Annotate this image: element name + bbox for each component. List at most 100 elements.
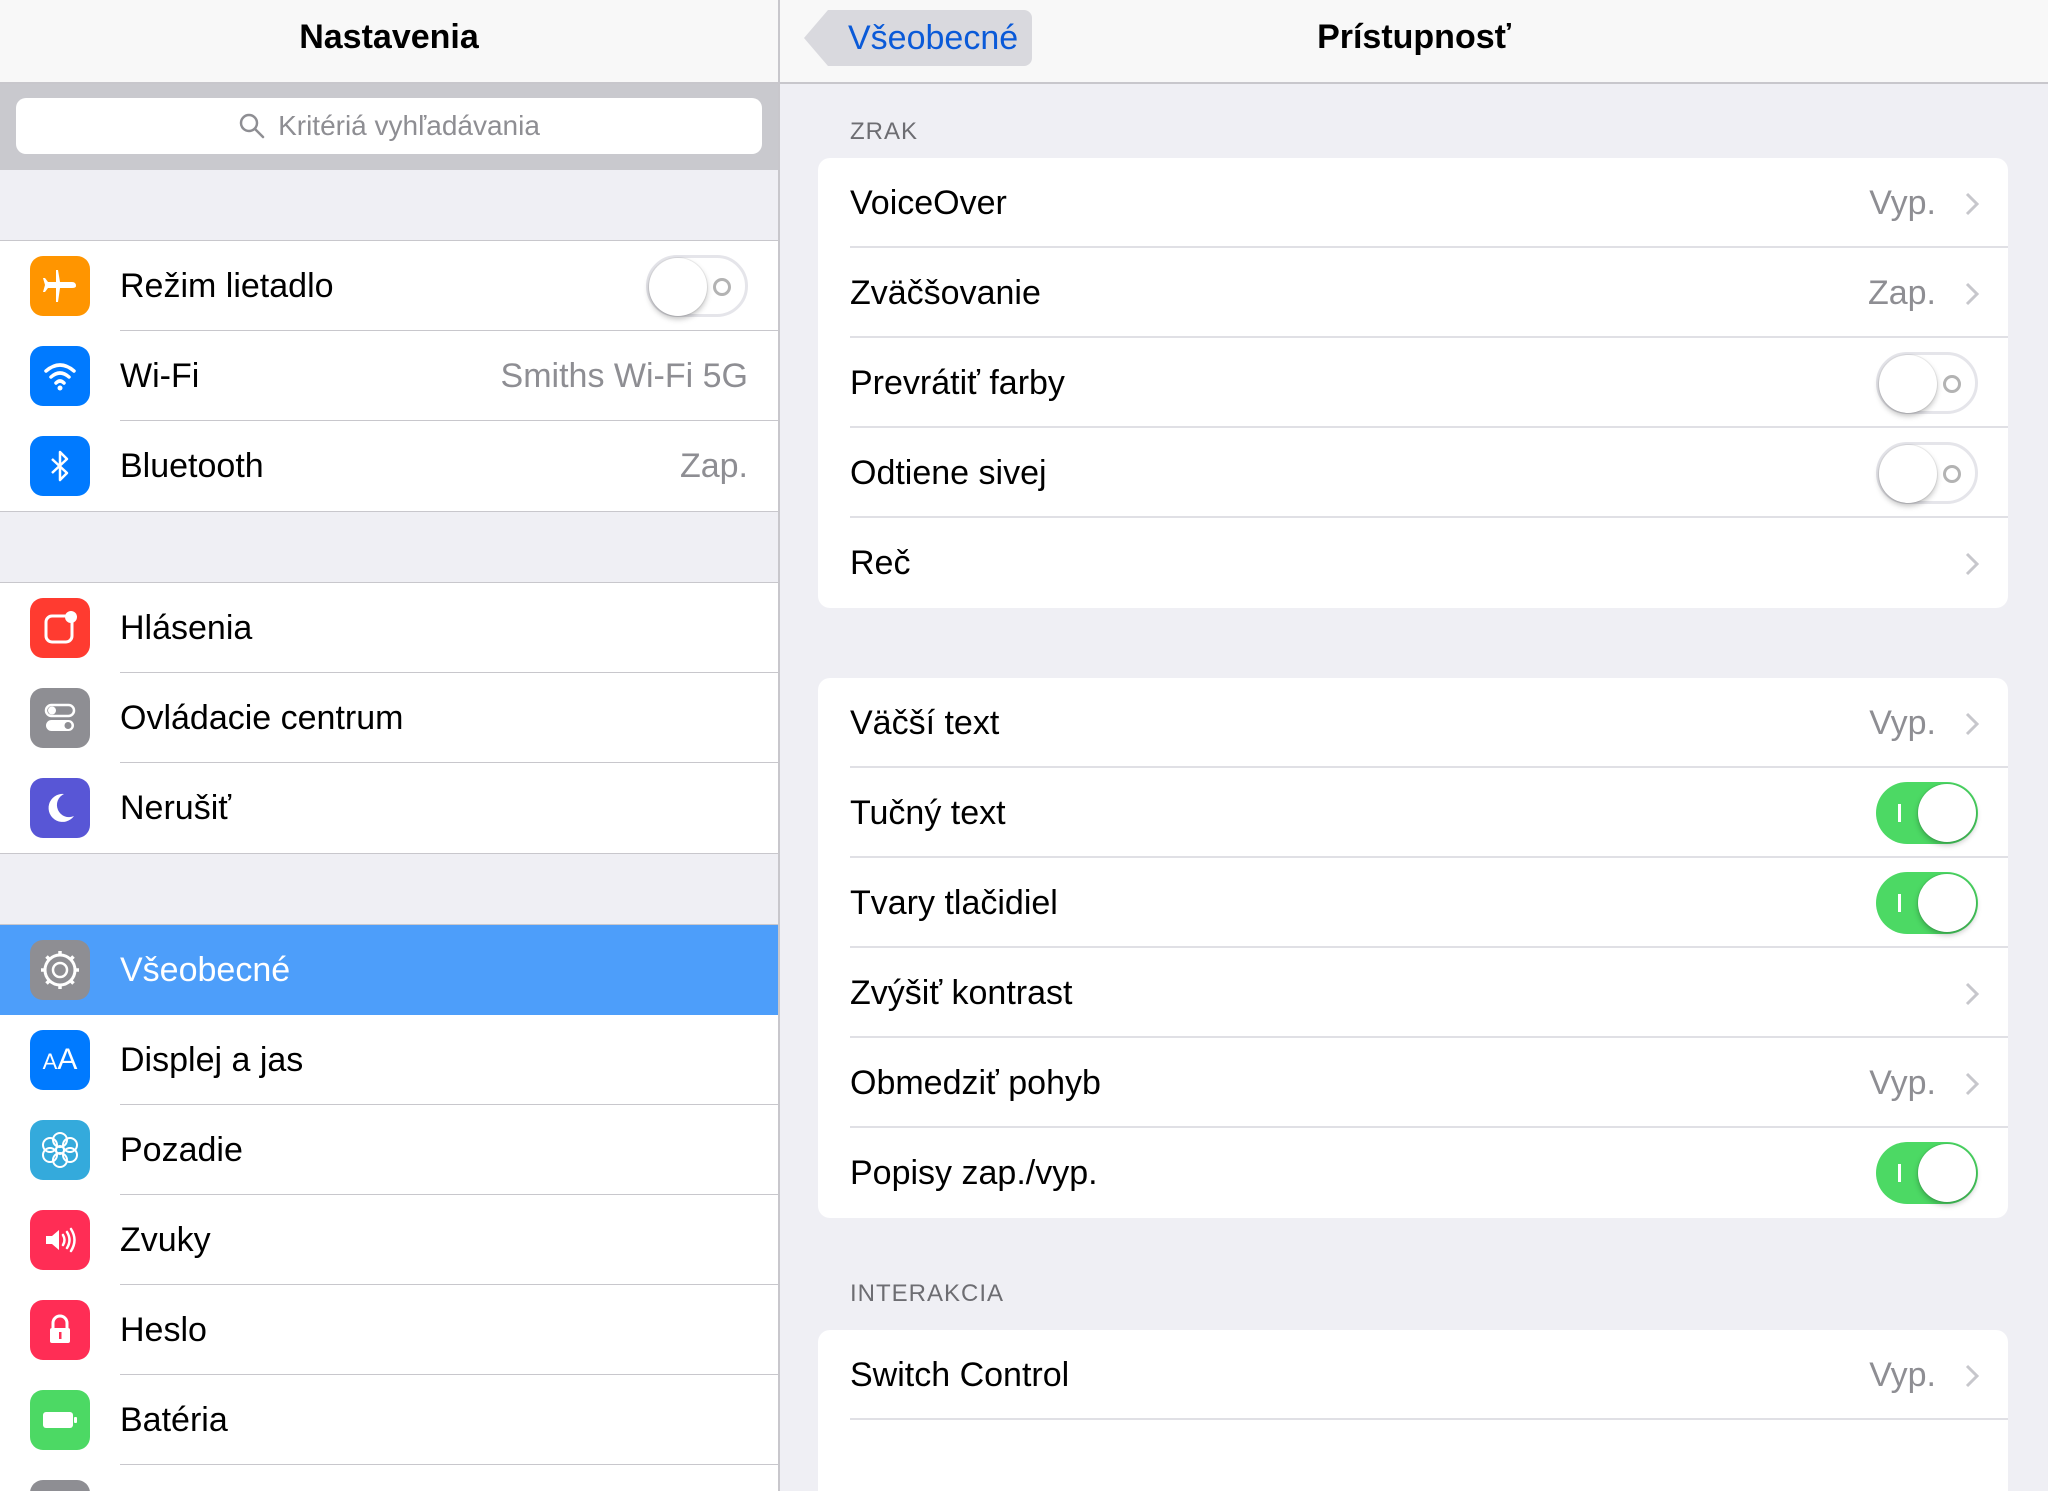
row-on-off-labels[interactable]: Popisy zap./vyp. — [818, 1128, 2008, 1218]
sidebar-item-label: Pozadie — [120, 1131, 243, 1169]
row-bold-text[interactable]: Tučný text — [818, 768, 2008, 858]
chevron-right-icon — [1965, 192, 1980, 216]
sidebar: Nastavenia Kritériá vyhľadávania Režim l… — [0, 0, 778, 1491]
wifi-network-value: Smiths Wi-Fi 5G — [500, 357, 748, 395]
sidebar-group-connectivity: Režim lietadlo Wi-Fi Smiths Wi-Fi 5G Blu… — [0, 240, 778, 512]
sidebar-item-display-brightness[interactable]: AA Displej a jas — [0, 1015, 778, 1105]
toggle-knob — [1918, 1144, 1976, 1202]
row-value: Vyp. — [1869, 704, 1936, 742]
toggle-on-mark — [1898, 894, 1901, 912]
toggle-on-mark — [1898, 804, 1901, 822]
sidebar-item-label: Hlásenia — [120, 609, 253, 647]
button-shapes-toggle[interactable] — [1876, 872, 1978, 934]
battery-icon — [30, 1390, 90, 1450]
chevron-right-icon — [1965, 1072, 1980, 1096]
row-value: Vyp. — [1869, 1064, 1936, 1102]
row-larger-text[interactable]: Väčší text Vyp. — [818, 678, 2008, 768]
row-label: Reč — [850, 544, 911, 582]
detail-navbar: Všeobecné Prístupnosť — [780, 0, 2048, 84]
sidebar-title: Nastavenia — [299, 18, 479, 56]
section-header-interaction: INTERAKCIA — [850, 1280, 1005, 1307]
chevron-right-icon — [1965, 552, 1980, 576]
row-speech[interactable]: Reč — [818, 518, 2008, 608]
sidebar-navbar: Nastavenia — [0, 0, 778, 84]
row-button-shapes[interactable]: Tvary tlačidiel — [818, 858, 2008, 948]
sidebar-item-passcode[interactable]: Heslo — [0, 1285, 778, 1375]
toggle-knob — [1918, 784, 1976, 842]
bluetooth-status-value: Zap. — [679, 447, 748, 485]
detail-pane: Všeobecné Prístupnosť ZRAK VoiceOver Vyp… — [780, 0, 2048, 1491]
search-placeholder: Kritériá vyhľadávania — [278, 110, 540, 141]
on-off-labels-toggle[interactable] — [1876, 1142, 1978, 1204]
row-invert-colors[interactable]: Prevrátiť farby — [818, 338, 2008, 428]
chevron-right-icon — [1965, 1364, 1980, 1388]
row-increase-contrast[interactable]: Zvýšiť kontrast — [818, 948, 2008, 1038]
airplane-mode-toggle[interactable] — [646, 255, 748, 317]
sidebar-item-label: Zvuky — [120, 1221, 211, 1259]
chevron-right-icon — [1965, 282, 1980, 306]
sidebar-item-general[interactable]: Všeobecné — [0, 925, 778, 1015]
row-label: Switch Control — [850, 1356, 1070, 1394]
toggle-knob — [1879, 445, 1937, 503]
display-brightness-icon: AA — [30, 1030, 90, 1090]
toggle-knob — [1918, 874, 1976, 932]
sidebar-item-bluetooth[interactable]: Bluetooth Zap. — [0, 421, 778, 511]
bold-text-toggle[interactable] — [1876, 782, 1978, 844]
toggle-knob — [1879, 355, 1937, 413]
wifi-icon — [30, 346, 90, 406]
row-reduce-motion[interactable]: Obmedziť pohyb Vyp. — [818, 1038, 2008, 1128]
row-value: Zap. — [1867, 274, 1936, 312]
lock-icon — [30, 1300, 90, 1360]
search-icon — [239, 113, 265, 139]
speaker-icon — [30, 1210, 90, 1270]
row-label: Väčší text — [850, 704, 1000, 742]
sidebar-item-airplane-mode[interactable]: Režim lietadlo — [0, 241, 778, 331]
row-grayscale[interactable]: Odtiene sivej — [818, 428, 2008, 518]
toggle-off-mark — [1943, 465, 1961, 483]
grayscale-toggle[interactable] — [1876, 442, 1978, 504]
row-label: Zvýšiť kontrast — [850, 974, 1073, 1012]
chevron-right-icon — [1965, 982, 1980, 1006]
row-next-cutoff[interactable] — [818, 1420, 2008, 1491]
toggle-off-mark — [713, 278, 731, 296]
wallpaper-icon — [30, 1120, 90, 1180]
airplane-icon — [30, 256, 90, 316]
sidebar-item-sounds[interactable]: Zvuky — [0, 1195, 778, 1285]
row-value: Vyp. — [1869, 184, 1936, 222]
row-label: Prevrátiť farby — [850, 364, 1065, 402]
invert-colors-toggle[interactable] — [1876, 352, 1978, 414]
sidebar-item-do-not-disturb[interactable]: Nerušiť — [0, 763, 778, 853]
sidebar-item-next[interactable] — [0, 1465, 778, 1491]
row-label: Obmedziť pohyb — [850, 1064, 1101, 1102]
toggle-off-mark — [1943, 375, 1961, 393]
sidebar-item-label: Batéria — [120, 1401, 228, 1439]
row-switch-control[interactable]: Switch Control Vyp. — [818, 1330, 2008, 1420]
toggle-knob — [649, 258, 707, 316]
settings-app: Nastavenia Kritériá vyhľadávania Režim l… — [0, 0, 2048, 1491]
privacy-icon — [30, 1480, 90, 1491]
sidebar-item-control-center[interactable]: Ovládacie centrum — [0, 673, 778, 763]
row-voiceover[interactable]: VoiceOver Vyp. — [818, 158, 2008, 248]
detail-title: Prístupnosť — [1317, 18, 1511, 56]
sidebar-item-battery[interactable]: Batéria — [0, 1375, 778, 1465]
sidebar-item-notifications[interactable]: Hlásenia — [0, 583, 778, 673]
sidebar-group-notifications: Hlásenia Ovládacie centrum Nerušiť — [0, 582, 778, 854]
row-label: Tučný text — [850, 794, 1006, 832]
sidebar-item-label: Ovládacie centrum — [120, 699, 404, 737]
row-label: Popisy zap./vyp. — [850, 1154, 1098, 1192]
bluetooth-icon — [30, 436, 90, 496]
search-input[interactable]: Kritériá vyhľadávania — [16, 98, 762, 154]
row-value: Vyp. — [1869, 1356, 1936, 1394]
notifications-icon — [30, 598, 90, 658]
row-zoom[interactable]: Zväčšovanie Zap. — [818, 248, 2008, 338]
sidebar-item-wifi[interactable]: Wi-Fi Smiths Wi-Fi 5G — [0, 331, 778, 421]
sidebar-item-wallpaper[interactable]: Pozadie — [0, 1105, 778, 1195]
sidebar-item-label: Wi-Fi — [120, 357, 200, 395]
control-center-icon — [30, 688, 90, 748]
sidebar-item-label: Displej a jas — [120, 1041, 304, 1079]
section-interaction: Switch Control Vyp. — [818, 1330, 2008, 1491]
sidebar-item-label: Všeobecné — [120, 951, 291, 989]
toggle-on-mark — [1898, 1164, 1901, 1182]
search-bar: Kritériá vyhľadávania — [0, 84, 778, 170]
row-label: Zväčšovanie — [850, 274, 1041, 312]
